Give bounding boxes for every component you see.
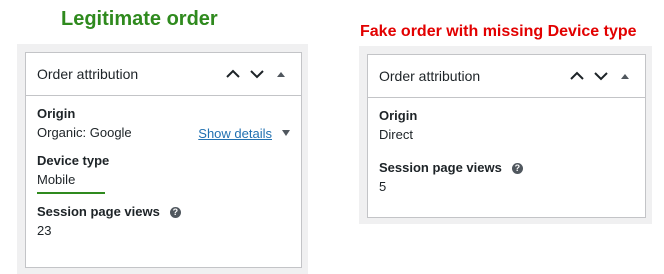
box-header: Order attribution	[368, 55, 645, 98]
origin-label: Origin	[379, 108, 418, 123]
move-up-button[interactable]	[565, 64, 589, 88]
fake-order-caption: Fake order with missing Device type	[360, 23, 637, 40]
move-down-button[interactable]	[245, 62, 269, 86]
show-details-link[interactable]: Show details	[198, 126, 272, 141]
session-views-value: 23	[37, 223, 52, 238]
box-header: Order attribution	[26, 53, 301, 96]
box-title: Order attribution	[37, 66, 139, 82]
session-views-value: 5	[379, 179, 387, 194]
legit-order-caption: Legitimate order	[61, 8, 218, 30]
highlight-underline	[37, 192, 105, 194]
legit-order-frame: Order attribution Origin Organic: Google…	[17, 44, 308, 274]
order-attribution-box-fake: Order attribution Origin Direct Session …	[367, 54, 646, 218]
session-views-label: Session page views ?	[37, 203, 290, 221]
show-details-wrap: Show details	[198, 126, 290, 141]
chevron-down-icon	[594, 72, 608, 81]
move-up-button[interactable]	[221, 62, 245, 86]
caret-up-icon	[621, 74, 629, 79]
fake-order-frame: Order attribution Origin Direct Session …	[359, 46, 652, 224]
box-title: Order attribution	[379, 68, 481, 84]
session-views-label-text: Session page views	[379, 160, 502, 175]
chevron-up-icon	[226, 69, 240, 78]
origin-value: Organic: Google	[37, 125, 132, 140]
caret-up-icon	[277, 72, 285, 77]
help-icon[interactable]: ?	[511, 162, 523, 174]
session-views-label: Session page views ?	[379, 159, 634, 177]
box-body: Origin Organic: Google Show details Devi…	[26, 96, 301, 241]
caret-down-icon[interactable]	[282, 130, 290, 136]
header-controls	[565, 55, 637, 97]
header-controls	[221, 53, 293, 95]
chevron-down-icon	[250, 70, 264, 79]
toggle-panel-button[interactable]	[613, 64, 637, 88]
box-body: Origin Direct Session page views ? 5	[368, 98, 645, 197]
toggle-panel-button[interactable]	[269, 62, 293, 86]
device-type-label: Device type	[37, 153, 110, 168]
origin-label: Origin	[37, 106, 76, 121]
session-views-label-text: Session page views	[37, 204, 160, 219]
chevron-up-icon	[570, 71, 584, 80]
origin-row: Organic: Google Show details	[37, 123, 290, 143]
help-icon[interactable]: ?	[169, 206, 181, 218]
device-type-value: Mobile	[37, 172, 76, 187]
move-down-button[interactable]	[589, 64, 613, 88]
origin-value: Direct	[379, 127, 413, 142]
order-attribution-box-legit: Order attribution Origin Organic: Google…	[25, 52, 302, 268]
